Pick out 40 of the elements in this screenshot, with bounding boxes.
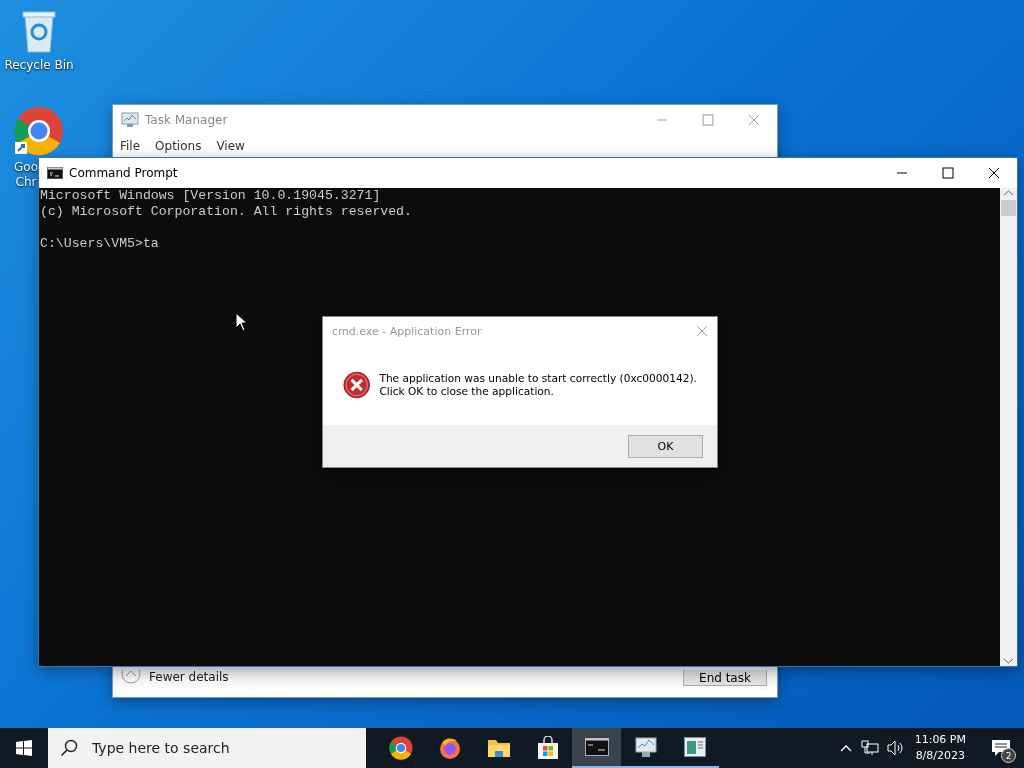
folder-icon [486,737,511,759]
ok-button[interactable]: OK [628,434,703,458]
scrollbar-thumb[interactable] [1001,200,1016,216]
firefox-icon [437,736,462,760]
store-bag-icon [536,736,559,760]
chrome-icon [388,736,413,760]
window-title: Command Prompt [69,166,179,180]
end-task-button[interactable]: End task [683,670,767,686]
desktop-icon-label: Goo Chr [14,160,38,190]
clock-date[interactable]: 8/8/2023 [915,748,966,764]
windows-start-icon[interactable] [16,740,32,756]
chrome-icon[interactable] [14,106,64,156]
network-icon[interactable] [860,740,879,756]
mouse-pointer-icon [235,312,248,332]
recycle-bin-icon[interactable] [19,8,59,54]
error-icon [343,369,371,401]
window-icon [683,737,706,757]
speaker-icon[interactable] [886,740,905,756]
search-icon [60,739,78,757]
monitor-chart-icon [121,112,139,128]
clock-time[interactable]: 11:06 PM [914,732,966,748]
dialog-title: cmd.exe - Application Error [332,324,482,338]
desktop-icon-label: Recycle Bin [4,58,74,73]
console-icon [47,167,63,179]
menu-item[interactable]: File [120,139,141,153]
menu-item[interactable]: Options [155,139,202,153]
console-line: (c) Microsoft Corporation. All rights reserved. [40,204,413,220]
chevron-up-icon[interactable] [838,743,853,753]
fewer-details-link[interactable]: Fewer details [149,670,675,684]
search-field[interactable]: Type here to search [48,728,366,768]
console-icon [584,738,609,756]
console-line: Microsoft Windows [Version 10.0.19045.3271] [40,188,382,204]
console-line: C:\Users\VM5>ta [40,236,160,252]
window-title: Task Manager [145,113,229,127]
monitor-chart-icon [633,736,658,758]
scrollbar[interactable] [1000,188,1017,666]
notification-count-badge: 2 [1001,748,1016,763]
error-message: The application was unable to start correctly (0xc0000142). Click OK to close the application. [379,372,697,398]
taskbar-app-button[interactable] [572,728,621,768]
menu-item[interactable]: View [216,139,245,153]
